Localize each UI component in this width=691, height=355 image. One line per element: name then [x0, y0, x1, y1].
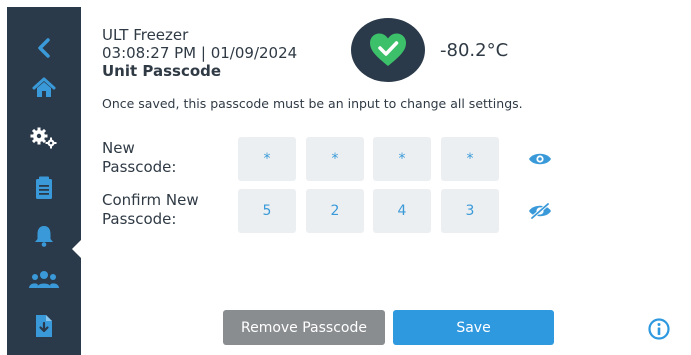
main-panel: ULT Freezer 03:08:27 PM | 01/09/2024 Uni… — [81, 0, 691, 355]
confirm-passcode-digit-4[interactable]: 3 — [441, 189, 499, 233]
info-icon — [648, 318, 670, 340]
confirm-passcode-digit-2[interactable]: 2 — [306, 189, 364, 233]
save-button[interactable]: Save — [393, 310, 554, 345]
info-button[interactable] — [648, 318, 670, 340]
page-title: Unit Passcode — [102, 62, 222, 80]
new-passcode-label-text: New Passcode: — [102, 139, 177, 176]
new-passcode-digit-4[interactable]: * — [441, 137, 499, 181]
back-arrow-icon — [38, 38, 50, 58]
sidebar — [7, 7, 82, 355]
users-button[interactable] — [7, 260, 81, 300]
new-passcode-digit-3[interactable]: * — [373, 137, 431, 181]
settings-gears-icon — [30, 127, 57, 149]
device-name: ULT Freezer — [102, 26, 189, 44]
home-button[interactable] — [7, 68, 81, 108]
eye-slash-icon — [529, 203, 551, 219]
confirm-passcode-digit-1[interactable]: 5 — [238, 189, 296, 233]
back-button[interactable] — [7, 28, 81, 68]
new-passcode-label: New Passcode: — [102, 139, 176, 177]
file-download-icon — [36, 315, 52, 337]
export-button[interactable] — [7, 306, 81, 346]
toggle-confirm-passcode-visibility[interactable] — [527, 202, 553, 220]
alarms-button[interactable] — [7, 216, 81, 256]
eye-icon — [529, 153, 551, 165]
status-badge — [351, 18, 425, 82]
checkmark-heart-icon — [370, 33, 406, 66]
confirm-passcode-label: Confirm New Passcode: — [102, 191, 199, 229]
clock: 03:08:27 PM | 01/09/2024 — [102, 44, 298, 62]
temperature-readout: -80.2°C — [440, 40, 509, 61]
new-passcode-digit-2[interactable]: * — [306, 137, 364, 181]
confirm-passcode-digit-3[interactable]: 4 — [373, 189, 431, 233]
confirm-passcode-label-text: Confirm New Passcode: — [102, 191, 199, 228]
home-icon — [32, 77, 56, 97]
remove-passcode-button[interactable]: Remove Passcode — [223, 310, 385, 345]
toggle-new-passcode-visibility[interactable] — [527, 150, 553, 168]
clipboard-log-icon — [36, 176, 52, 199]
settings-button[interactable] — [7, 118, 82, 259]
users-icon — [29, 271, 59, 288]
passcode-note: Once saved, this passcode must be an inp… — [102, 96, 523, 111]
new-passcode-digit-1[interactable]: * — [238, 137, 296, 181]
logs-button[interactable] — [7, 168, 81, 208]
bell-icon — [35, 226, 53, 247]
